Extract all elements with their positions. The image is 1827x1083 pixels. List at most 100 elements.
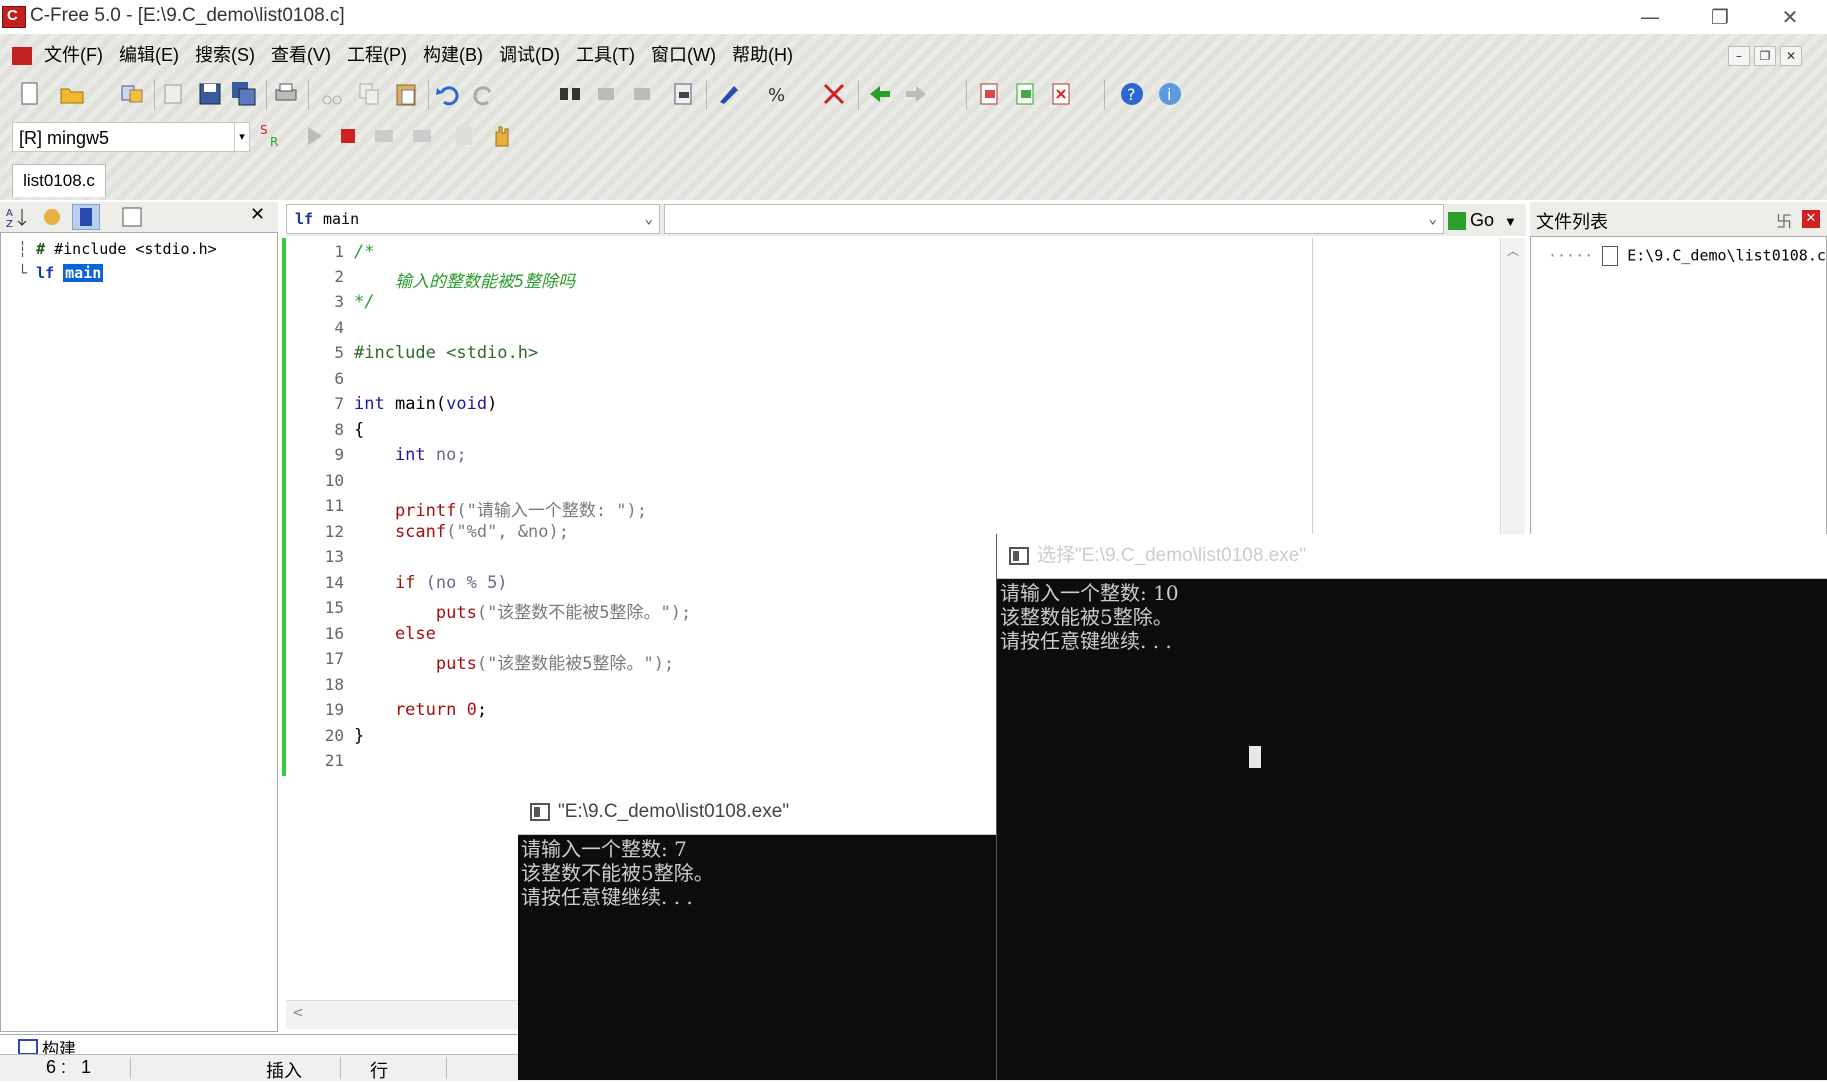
menu-window[interactable]: 窗口(W) — [643, 40, 724, 70]
mdi-minimize-icon[interactable]: – — [1728, 46, 1750, 66]
file-list-title: 文件列表 — [1536, 212, 1608, 232]
menu-file[interactable]: 文件(F) — [36, 40, 111, 70]
save-all-icon[interactable] — [230, 80, 258, 108]
console-line: 请输入一个整数: 10 — [1000, 581, 1179, 605]
restore-button[interactable]: ❐ — [1690, 0, 1750, 34]
cut-icon[interactable] — [318, 80, 346, 108]
svg-text:%: % — [768, 85, 785, 106]
next-bookmark-icon[interactable] — [1012, 80, 1040, 108]
code-line-2: 输入的整数能被5整除吗 — [354, 272, 576, 292]
code-text: (no % 5) — [415, 573, 508, 593]
info-icon[interactable]: i — [1156, 80, 1184, 108]
help-icon[interactable]: ? — [1118, 80, 1146, 108]
compiler-settings-icon[interactable]: SR — [258, 122, 286, 150]
console-title-bar[interactable]: "E:\9.C_demo\list0108.exe" — [518, 790, 998, 835]
scroll-up-icon[interactable]: ︿ — [1501, 242, 1525, 259]
open-folder-icon[interactable] — [58, 80, 86, 108]
function-combo[interactable]: lf main ⌄ — [286, 204, 660, 234]
bookmark-icon[interactable] — [976, 80, 1004, 108]
document-icon — [12, 47, 32, 65]
forward-arrow-icon[interactable] — [902, 80, 930, 108]
menu-search[interactable]: 搜索(S) — [187, 40, 263, 70]
scroll-left-icon[interactable]: < — [292, 1005, 304, 1021]
compile-icon[interactable] — [716, 80, 744, 108]
save-icon[interactable] — [196, 80, 224, 108]
console-title: "E:\9.C_demo\list0108.exe" — [558, 801, 790, 822]
code-text: ("%d", &no); — [446, 522, 569, 542]
svg-text:Z: Z — [6, 219, 13, 229]
menu-tools[interactable]: 工具(T) — [568, 40, 643, 70]
line-number: 1 — [334, 242, 344, 261]
code-line-8: { — [354, 420, 365, 440]
rebuild-icon[interactable] — [820, 80, 848, 108]
minimize-button[interactable]: — — [1620, 0, 1680, 34]
mdi-close-icon[interactable]: ✕ — [1780, 46, 1802, 66]
details-view-icon[interactable] — [120, 205, 144, 229]
code-line-7: int main(void) — [354, 394, 497, 414]
tree-item-main[interactable]: └ lf main — [18, 264, 104, 282]
console-title-bar[interactable]: 选择"E:\9.C_demo\list0108.exe" — [997, 534, 1827, 579]
compiler-select[interactable]: [R] mingw5 ▾ — [12, 122, 250, 152]
file-list-item-label: E:\9.C_demo\list0108.c — [1627, 246, 1826, 265]
mdi-restore-icon[interactable]: ❐ — [1754, 46, 1776, 66]
console-window-front[interactable]: 选择"E:\9.C_demo\list0108.exe" 请输入一个整数: 10… — [996, 534, 1827, 1080]
code-line-20: } — [354, 726, 365, 746]
undo-icon[interactable] — [434, 80, 462, 108]
hand-icon[interactable] — [488, 122, 516, 150]
console-window-back[interactable]: "E:\9.C_demo\list0108.exe" 请输入一个整数: 7 该整数… — [518, 790, 998, 1080]
open-project-icon[interactable] — [118, 80, 146, 108]
svg-text:?: ? — [1127, 85, 1136, 104]
close-panel-icon[interactable]: ✕ — [250, 204, 265, 225]
breakpoint-icon[interactable] — [450, 122, 478, 150]
code-line-12: scanf("%d", &no); — [354, 522, 569, 542]
copy-icon[interactable] — [356, 80, 384, 108]
cursor-position: 6 : 1 — [46, 1057, 92, 1077]
menu-build[interactable]: 构建(B) — [415, 40, 491, 70]
find-icon[interactable] — [556, 80, 584, 108]
close-button[interactable]: ✕ — [1760, 0, 1820, 34]
cfree-app-icon — [2, 6, 26, 28]
menu-help[interactable]: 帮助(H) — [724, 40, 801, 70]
pin-icon[interactable]: 卐 — [1776, 208, 1792, 232]
find-prev-icon[interactable] — [628, 80, 656, 108]
line-number-gutter: 1 2 3 4 5 6 7 8 9 10 11 12 13 14 15 16 1… — [286, 238, 348, 998]
clear-bookmark-icon[interactable] — [1048, 80, 1076, 108]
line-number: 10 — [324, 471, 344, 490]
sort-az-icon[interactable]: AZ — [6, 205, 30, 229]
step-into-icon[interactable] — [408, 122, 436, 150]
editor-horizontal-scrollbar[interactable]: < — [286, 1000, 526, 1029]
toolbar-separator — [706, 80, 707, 110]
keyword: if — [354, 573, 416, 593]
build-icon[interactable]: % — [766, 80, 794, 108]
close-panel-icon[interactable]: ✕ — [1802, 210, 1820, 228]
go-button[interactable]: Go ▼ — [1448, 206, 1522, 234]
menu-debug[interactable]: 调试(D) — [491, 40, 568, 70]
svg-text:i: i — [1167, 85, 1171, 104]
find-in-files-icon[interactable] — [670, 80, 698, 108]
function-name: scanf — [354, 522, 447, 542]
list-view-icon[interactable] — [72, 204, 100, 230]
menu-project[interactable]: 工程(P) — [339, 40, 415, 70]
print-icon[interactable] — [272, 80, 300, 108]
tree-item-include[interactable]: ┆ # #include <stdio.h> — [18, 240, 217, 258]
paste-icon[interactable] — [392, 80, 420, 108]
sort-type-icon[interactable] — [40, 205, 64, 229]
symbol-combo[interactable]: ⌄ — [664, 204, 1444, 234]
new-file-icon[interactable] — [16, 80, 44, 108]
menu-view[interactable]: 查看(V) — [263, 40, 339, 70]
menu-edit[interactable]: 编辑(E) — [111, 40, 187, 70]
code-line-1: /* — [354, 242, 375, 262]
close-file-icon[interactable] — [160, 80, 188, 108]
find-next-icon[interactable] — [592, 80, 620, 108]
line-number: 6 — [334, 369, 344, 388]
step-over-icon[interactable] — [370, 122, 398, 150]
tab-list0108[interactable]: list0108.c — [12, 164, 106, 197]
run-icon[interactable] — [300, 122, 328, 150]
code-line-3: */ — [354, 292, 375, 312]
redo-icon[interactable] — [470, 80, 498, 108]
back-arrow-icon[interactable] — [866, 80, 894, 108]
file-list-item[interactable]: ····· E:\9.C_demo\list0108.c — [1548, 246, 1826, 266]
stop-icon[interactable] — [334, 122, 362, 150]
function-name: printf — [354, 501, 457, 521]
title-bar: C-Free 5.0 - [E:\9.C_demo\list0108.c] — … — [0, 0, 1827, 34]
